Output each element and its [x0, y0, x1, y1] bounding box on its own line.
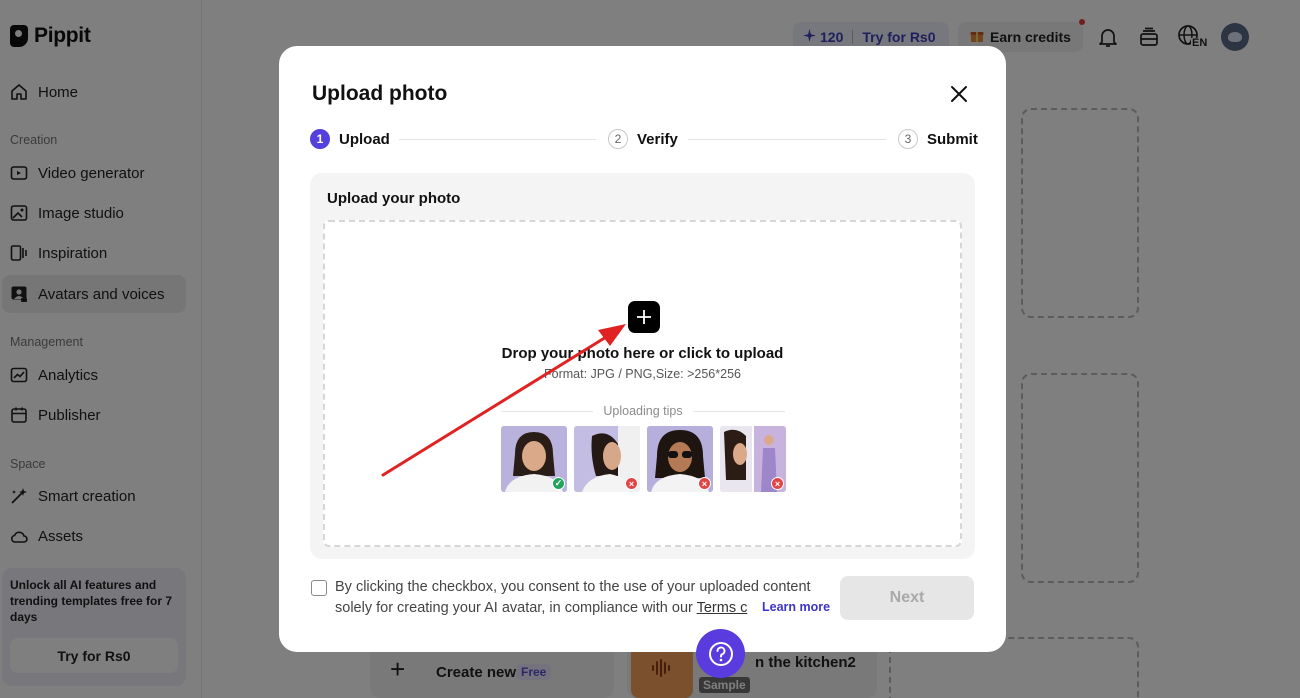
dialog-title: Upload photo	[312, 82, 448, 105]
x-mark-icon: ×	[698, 477, 711, 490]
step-connector	[399, 139, 596, 140]
upload-plus-button[interactable]	[628, 301, 660, 333]
consent-line-2: solely for creating your AI avatar, in c…	[335, 600, 697, 616]
tip-image-bad-profile: ×	[574, 426, 640, 492]
consent-text: By clicking the checkbox, you consent to…	[335, 577, 825, 619]
step-connector	[688, 139, 886, 140]
help-button[interactable]	[696, 629, 745, 678]
tip-image-good: ✓	[501, 426, 567, 492]
step-number: 1	[310, 129, 330, 149]
close-button[interactable]	[946, 81, 972, 107]
close-icon	[951, 86, 967, 102]
step-label: Upload	[339, 130, 390, 148]
x-mark-icon: ×	[771, 477, 784, 490]
question-mark-icon	[708, 641, 733, 666]
consent-line-1: By clicking the checkbox, you consent to…	[335, 579, 811, 595]
plus-icon	[637, 310, 651, 324]
step-label: Verify	[637, 130, 678, 148]
format-hint: Format: JPG / PNG,Size: >256*256	[544, 367, 741, 381]
next-button[interactable]: Next	[840, 576, 974, 620]
tip-image-bad-full-body: ×	[720, 426, 786, 492]
step-submit: 3 Submit	[898, 129, 978, 149]
upload-panel: Upload your photo Drop your photo here o…	[310, 173, 975, 559]
x-mark-icon: ×	[625, 477, 638, 490]
learn-more-link[interactable]: Learn more	[760, 600, 831, 614]
step-upload: 1 Upload	[310, 129, 390, 149]
step-verify: 2 Verify	[608, 129, 678, 149]
uploading-tips-divider: Uploading tips	[501, 404, 785, 418]
terms-link[interactable]: Terms c	[697, 600, 748, 616]
drop-instruction: Drop your photo here or click to upload	[501, 345, 784, 362]
step-number: 2	[608, 129, 628, 149]
photo-dropzone[interactable]: Drop your photo here or click to upload …	[323, 220, 962, 547]
tip-image-bad-sunglasses: ×	[647, 426, 713, 492]
check-icon: ✓	[552, 477, 565, 490]
consent-checkbox[interactable]	[311, 580, 327, 596]
uploading-tips-label: Uploading tips	[603, 404, 683, 418]
upload-photo-dialog: Upload photo 1 Upload 2 Verify 3 Submit …	[279, 46, 1006, 652]
step-label: Submit	[927, 130, 978, 148]
step-number: 3	[898, 129, 918, 149]
upload-heading: Upload your photo	[327, 190, 461, 207]
